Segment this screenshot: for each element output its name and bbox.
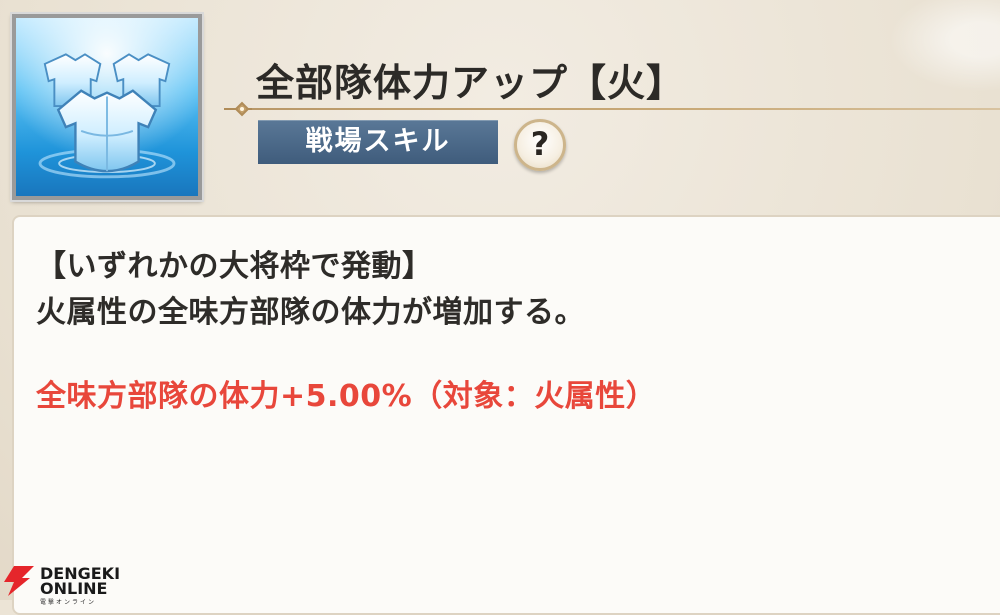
skill-icon xyxy=(10,12,204,202)
armor-buff-icon xyxy=(16,18,198,196)
watermark-kana: 電撃オンライン xyxy=(40,599,97,606)
help-button[interactable]: ? xyxy=(514,119,566,171)
divider-ornament-icon xyxy=(224,101,256,117)
skill-summary: 火属性の全味方部隊の体力が増加する。 xyxy=(36,295,585,330)
skill-category-badge: 戦場スキル xyxy=(258,120,498,164)
activation-condition: 【いずれかの大将枠で発動】 xyxy=(36,249,433,284)
watermark-logo: DENGEKI ONLINE 電撃オンライン xyxy=(0,556,126,606)
watermark-line2: ONLINE xyxy=(40,579,108,598)
skill-description-panel: 【いずれかの大将枠で発動】 火属性の全味方部隊の体力が増加する。 全味方部隊の体… xyxy=(12,215,1000,615)
question-mark-icon: ? xyxy=(530,125,550,163)
skill-title: 全部隊体力アップ【火】 xyxy=(256,61,686,105)
skill-effect: 全味方部隊の体力+5.00%（対象：火属性） xyxy=(36,379,657,414)
lightning-bolt-icon xyxy=(4,566,34,596)
title-divider xyxy=(222,100,1000,118)
